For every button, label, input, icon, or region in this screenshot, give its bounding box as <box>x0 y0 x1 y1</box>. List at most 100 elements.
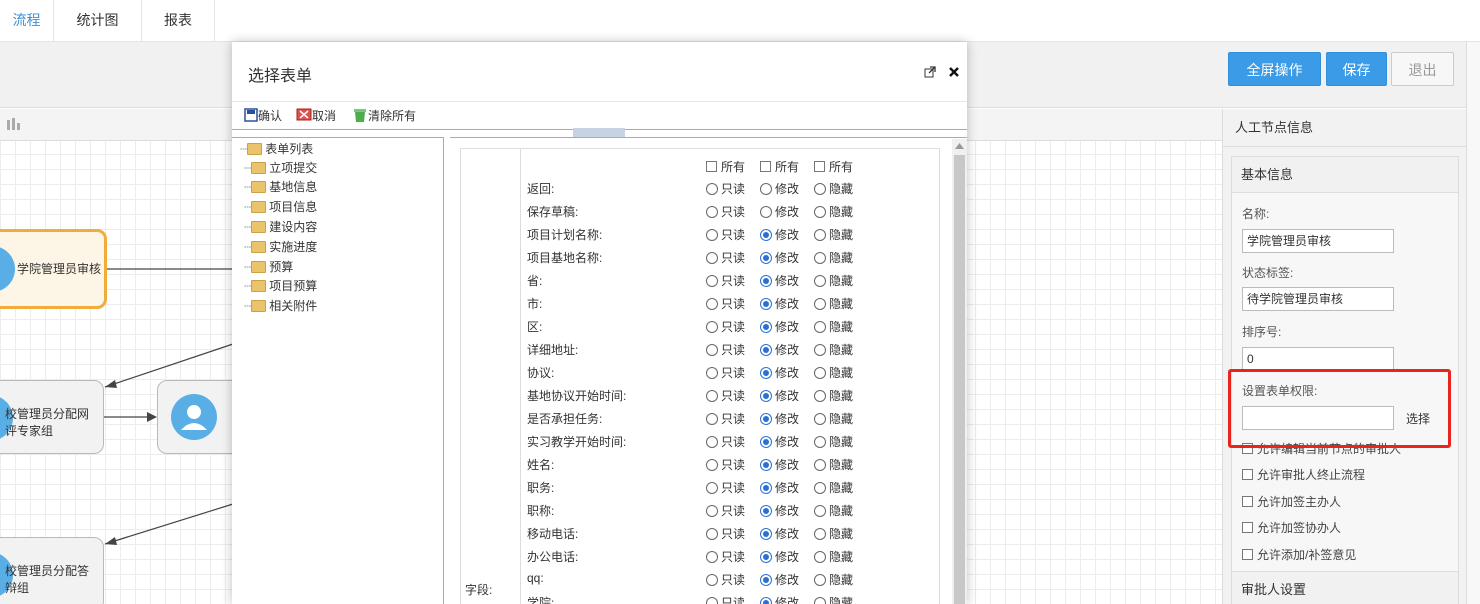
scroll-thumb[interactable] <box>954 155 965 604</box>
save-button[interactable]: 保存 <box>1326 52 1387 86</box>
all-modify-toggle[interactable]: 所有 <box>760 158 799 175</box>
radio-hidden[interactable] <box>814 551 826 563</box>
option-hidden[interactable]: 隐藏 <box>814 387 853 404</box>
option-readonly[interactable]: 只读 <box>706 548 745 565</box>
radio-modify[interactable] <box>760 206 772 218</box>
tree-item-budget[interactable]: ┄ 预算 <box>244 258 293 276</box>
radio-readonly[interactable] <box>706 229 718 241</box>
confirm-button[interactable]: 确认 <box>244 106 282 126</box>
option-modify[interactable]: 修改 <box>760 272 799 289</box>
option-modify[interactable]: 修改 <box>760 594 799 604</box>
radio-modify[interactable] <box>760 505 772 517</box>
radio-hidden[interactable] <box>814 413 826 425</box>
option-readonly[interactable]: 只读 <box>706 341 745 358</box>
option-readonly[interactable]: 只读 <box>706 249 745 266</box>
option-modify[interactable]: 修改 <box>760 479 799 496</box>
tab-flow[interactable]: 流程 <box>0 0 54 42</box>
radio-hidden[interactable] <box>814 275 826 287</box>
tree-item-content[interactable]: ┄ 建设内容 <box>244 218 317 236</box>
checkbox-icon[interactable] <box>1242 469 1253 480</box>
radio-hidden[interactable] <box>814 206 826 218</box>
check-terminate-flow[interactable]: 允许审批人终止流程 <box>1242 466 1365 483</box>
option-modify[interactable]: 修改 <box>760 456 799 473</box>
scroll-up-icon[interactable] <box>955 143 964 149</box>
radio-hidden[interactable] <box>814 436 826 448</box>
radio-hidden[interactable] <box>814 344 826 356</box>
tab-chart[interactable]: 统计图 <box>54 0 142 42</box>
option-modify[interactable]: 修改 <box>760 548 799 565</box>
radio-hidden[interactable] <box>814 505 826 517</box>
radio-modify[interactable] <box>760 528 772 540</box>
checkbox-icon[interactable] <box>1242 522 1253 533</box>
radio-hidden[interactable] <box>814 229 826 241</box>
option-hidden[interactable]: 隐藏 <box>814 502 853 519</box>
option-modify[interactable]: 修改 <box>760 387 799 404</box>
option-modify[interactable]: 修改 <box>760 525 799 542</box>
checkbox-icon[interactable] <box>760 161 771 172</box>
radio-readonly[interactable] <box>706 321 718 333</box>
checkbox-icon[interactable] <box>706 161 717 172</box>
option-readonly[interactable]: 只读 <box>706 571 745 588</box>
option-modify[interactable]: 修改 <box>760 295 799 312</box>
option-modify[interactable]: 修改 <box>760 249 799 266</box>
tree-item-base-info[interactable]: ┄ 基地信息 <box>244 178 317 196</box>
radio-readonly[interactable] <box>706 597 718 604</box>
tab-report[interactable]: 报表 <box>142 0 215 42</box>
radio-modify[interactable] <box>760 298 772 310</box>
node-school-assign-review[interactable]: 校管理员分配网 评专家组 <box>0 380 104 454</box>
option-modify[interactable]: 修改 <box>760 433 799 450</box>
radio-readonly[interactable] <box>706 436 718 448</box>
tree-item-project-budget[interactable]: ┄ 项目预算 <box>244 277 317 295</box>
status-input[interactable]: 待学院管理员审核 <box>1242 287 1394 311</box>
radio-modify[interactable] <box>760 482 772 494</box>
tree-root[interactable]: ┄ 表单列表 <box>240 140 313 158</box>
radio-readonly[interactable] <box>706 505 718 517</box>
all-hidden-toggle[interactable]: 所有 <box>814 158 853 175</box>
option-modify[interactable]: 修改 <box>760 502 799 519</box>
radio-readonly[interactable] <box>706 551 718 563</box>
radio-readonly[interactable] <box>706 183 718 195</box>
radio-readonly[interactable] <box>706 413 718 425</box>
radio-modify[interactable] <box>760 367 772 379</box>
all-readonly-toggle[interactable]: 所有 <box>706 158 745 175</box>
checkbox-icon[interactable] <box>1242 496 1253 507</box>
radio-readonly[interactable] <box>706 574 718 586</box>
option-readonly[interactable]: 只读 <box>706 387 745 404</box>
radio-hidden[interactable] <box>814 482 826 494</box>
radio-hidden[interactable] <box>814 574 826 586</box>
option-hidden[interactable]: 隐藏 <box>814 318 853 335</box>
page-scrollbar[interactable] <box>1466 42 1480 604</box>
option-readonly[interactable]: 只读 <box>706 433 745 450</box>
radio-modify[interactable] <box>760 183 772 195</box>
option-hidden[interactable]: 隐藏 <box>814 456 853 473</box>
radio-modify[interactable] <box>760 229 772 241</box>
radio-modify[interactable] <box>760 390 772 402</box>
option-hidden[interactable]: 隐藏 <box>814 548 853 565</box>
option-hidden[interactable]: 隐藏 <box>814 479 853 496</box>
option-readonly[interactable]: 只读 <box>706 456 745 473</box>
option-readonly[interactable]: 只读 <box>706 502 745 519</box>
option-readonly[interactable]: 只读 <box>706 594 745 604</box>
check-add-host[interactable]: 允许加签主办人 <box>1242 493 1341 510</box>
option-modify[interactable]: 修改 <box>760 571 799 588</box>
radio-readonly[interactable] <box>706 298 718 310</box>
radio-hidden[interactable] <box>814 528 826 540</box>
option-hidden[interactable]: 隐藏 <box>814 272 853 289</box>
option-readonly[interactable]: 只读 <box>706 410 745 427</box>
radio-readonly[interactable] <box>706 344 718 356</box>
radio-readonly[interactable] <box>706 206 718 218</box>
radio-hidden[interactable] <box>814 390 826 402</box>
radio-hidden[interactable] <box>814 597 826 604</box>
option-hidden[interactable]: 隐藏 <box>814 433 853 450</box>
option-readonly[interactable]: 只读 <box>706 364 745 381</box>
cancel-button[interactable]: 取消 <box>296 106 336 126</box>
option-hidden[interactable]: 隐藏 <box>814 226 853 243</box>
option-readonly[interactable]: 只读 <box>706 272 745 289</box>
popout-icon[interactable] <box>924 66 936 78</box>
radio-readonly[interactable] <box>706 482 718 494</box>
option-readonly[interactable]: 只读 <box>706 479 745 496</box>
radio-readonly[interactable] <box>706 252 718 264</box>
radio-hidden[interactable] <box>814 459 826 471</box>
option-readonly[interactable]: 只读 <box>706 318 745 335</box>
check-add-assistant[interactable]: 允许加签协办人 <box>1242 519 1341 536</box>
